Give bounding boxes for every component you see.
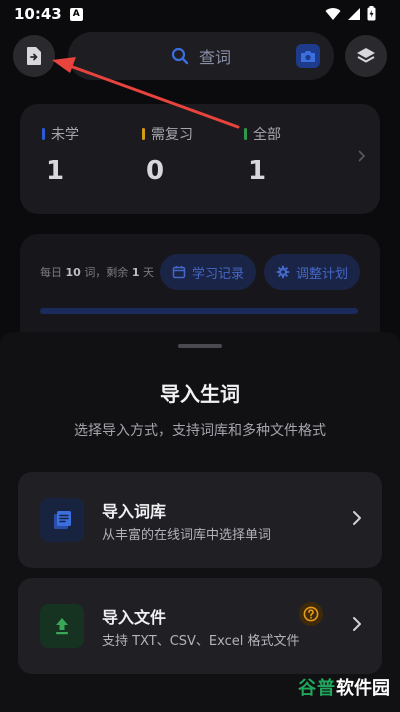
calendar-icon	[172, 266, 186, 279]
top-toolbar: 查词	[0, 32, 400, 80]
stat-all: 全部 1	[244, 124, 281, 186]
daily-plan-text: 每日 10 词，剩余 1 天	[40, 266, 154, 279]
status-bar: 10:43 A	[0, 0, 400, 28]
chevron-right-icon	[358, 150, 366, 162]
search-placeholder: 查词	[198, 48, 231, 67]
adjust-plan-button[interactable]: 调整计划	[264, 254, 361, 290]
layers-icon	[357, 48, 375, 63]
upload-icon	[56, 618, 68, 635]
wordbook-icon-tile	[40, 498, 84, 542]
stat-label: 全部	[253, 127, 281, 143]
status-time: 10:43	[14, 5, 62, 23]
battery-icon	[367, 6, 376, 21]
option-description: 支持 TXT、CSV、Excel 格式文件	[102, 634, 300, 649]
stat-value: 1	[248, 156, 267, 186]
import-bottom-sheet: 导入生词 选择导入方式，支持词库和多种文件格式 导入词库 从丰富的在线词库中选择…	[0, 332, 400, 712]
notification-a-icon: A	[69, 7, 83, 21]
study-record-label: 学习记录	[192, 266, 245, 282]
wifi-icon	[325, 7, 341, 20]
signal-icon	[348, 7, 360, 20]
option-description: 从丰富的在线词库中选择单词	[102, 528, 272, 543]
word-stats-card[interactable]: 未学 1 需复习 0 全部 1	[20, 104, 380, 214]
sheet-subtitle: 选择导入方式，支持词库和多种文件格式	[74, 423, 326, 439]
upload-icon-tile	[40, 604, 84, 648]
stat-value: 0	[146, 156, 165, 186]
gear-icon	[276, 265, 290, 279]
status-icons	[325, 6, 376, 21]
help-icon	[303, 606, 319, 622]
stat-unlearned: 未学 1	[42, 124, 79, 186]
stat-color-bar	[244, 128, 247, 140]
study-record-button[interactable]: 学习记录	[160, 254, 257, 290]
watermark: 谷 普 软件园	[298, 678, 390, 699]
chevron-right-icon	[353, 511, 361, 525]
wordbook-layers-button[interactable]	[345, 35, 387, 77]
import-file-button[interactable]	[13, 35, 55, 77]
help-badge[interactable]	[299, 602, 323, 626]
search-icon	[171, 47, 189, 65]
import-wordbook-option[interactable]: 导入词库 从丰富的在线词库中选择单词	[18, 472, 382, 568]
search-bar[interactable]: 查词	[68, 32, 334, 80]
stat-review: 需复习 0	[142, 124, 193, 186]
stat-color-bar	[42, 128, 45, 140]
plan-progress-bar	[40, 308, 358, 314]
option-title: 导入文件	[102, 608, 167, 627]
sheet-drag-handle[interactable]	[178, 344, 222, 348]
option-title: 导入词库	[102, 502, 167, 521]
file-import-icon	[27, 47, 41, 65]
import-file-option[interactable]: 导入文件 支持 TXT、CSV、Excel 格式文件	[18, 578, 382, 674]
stat-label: 需复习	[151, 127, 193, 143]
study-plan-card: 每日 10 词，剩余 1 天 学习记录 调整计划	[20, 234, 380, 334]
sheet-title: 导入生词	[160, 382, 240, 406]
book-list-icon	[54, 511, 71, 529]
camera-button[interactable]	[296, 44, 320, 68]
stat-value: 1	[46, 156, 65, 186]
adjust-plan-label: 调整计划	[296, 266, 349, 282]
stat-label: 未学	[51, 127, 79, 143]
stat-color-bar	[142, 128, 145, 140]
chevron-right-icon	[353, 617, 361, 631]
camera-icon	[301, 51, 315, 62]
